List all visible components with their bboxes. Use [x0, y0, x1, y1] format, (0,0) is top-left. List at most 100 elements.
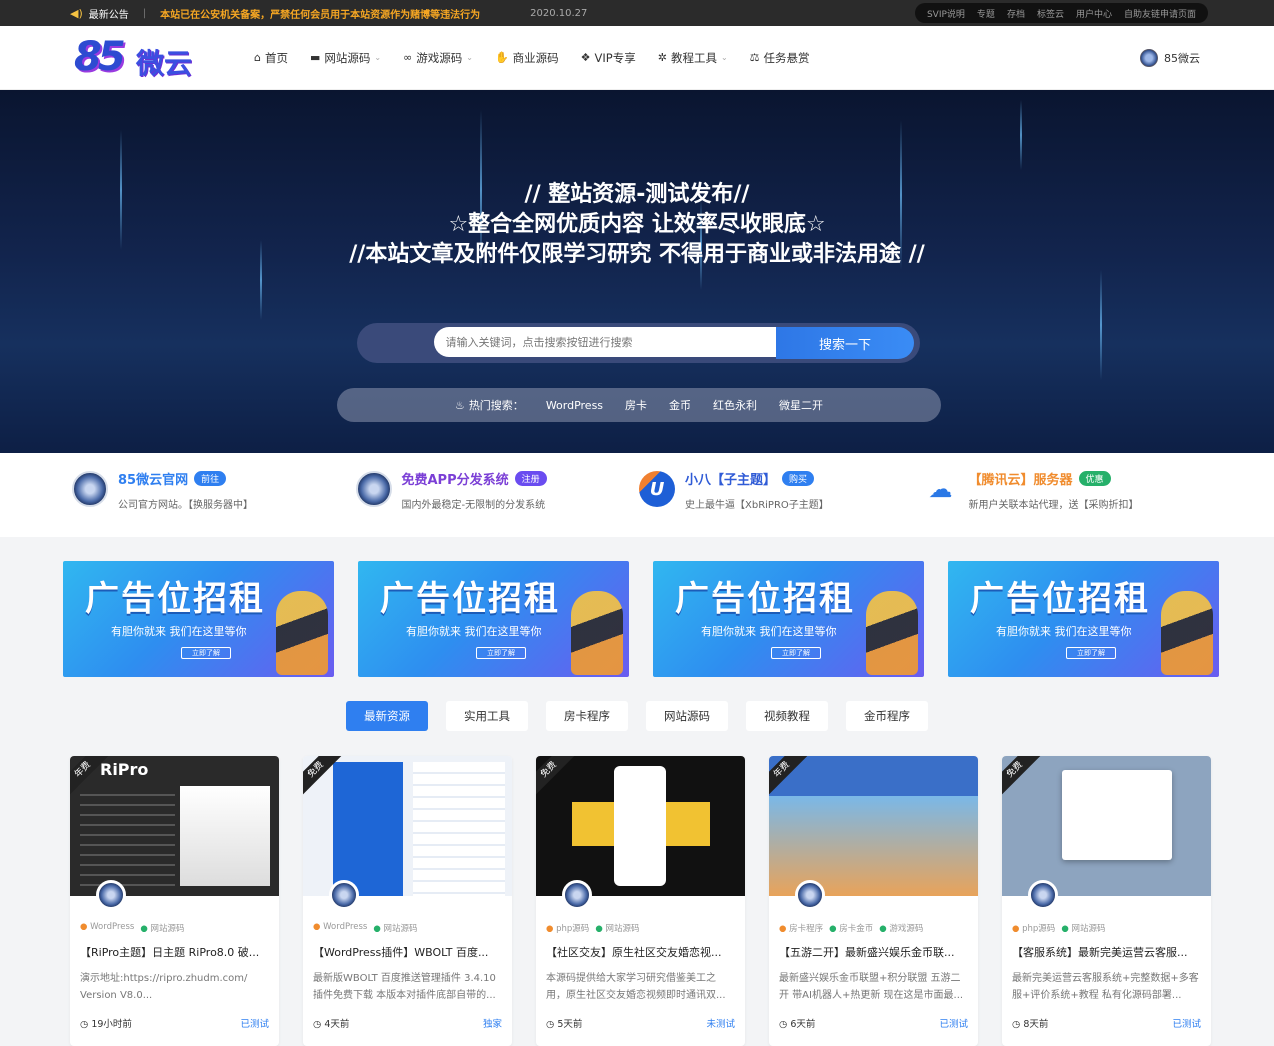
resource-card[interactable]: 年费 ● 房卡程序 ● 房卡金币 ● 游戏源码【五游二开】最新盛兴娱乐金币联... 最新… [769, 756, 978, 1046]
card-thumbnail[interactable]: 年费 [769, 756, 978, 896]
hot-search-link[interactable]: 金币 [669, 397, 691, 413]
card-tag[interactable]: ● 网站源码 [1061, 922, 1105, 934]
card-tag[interactable]: ● 网站源码 [373, 922, 417, 934]
search-button[interactable]: 搜索一下 [776, 327, 914, 359]
feature-item[interactable]: 免费APP分发系统 注册 国内外最稳定-无限制的分发系统 [354, 469, 638, 537]
card-tag[interactable]: ● 房卡金币 [829, 922, 873, 934]
card-tag[interactable]: ● 房卡程序 [779, 922, 823, 934]
resource-tabs: 最新资源 实用工具 房卡程序 网站源码 视频教程 金币程序 [0, 701, 1274, 731]
card-description: 最新盛兴娱乐金币联盟+积分联盟 五游二开 带AI机器人+热更新 现在这是市面最.… [779, 973, 964, 1001]
tab-4[interactable]: 视频教程 [746, 701, 828, 731]
top-link-user-center[interactable]: 用户中心 [1076, 7, 1112, 20]
hot-search-link[interactable]: 红色永利 [713, 397, 757, 413]
announcement: ◀) 最新公告 [70, 6, 129, 21]
card-title[interactable]: 【五游二开】最新盛兴娱乐金币联... [779, 944, 968, 960]
ad-banner[interactable]: 广告位招租 有胆你就来 我们在这里等你 立即了解 [948, 561, 1219, 677]
resource-card[interactable]: 免费 ● php源码 ● 网站源码 【客服系统】最新完美运营云客服... 最新完美运营云… [1002, 756, 1211, 1046]
tab-1[interactable]: 实用工具 [446, 701, 528, 731]
chevron-down-icon: ⌄ [374, 53, 382, 62]
card-title[interactable]: 【WordPress插件】WBOLT 百度... [313, 944, 502, 960]
card-tag[interactable]: ● WordPress [313, 922, 367, 934]
nav-label: 首页 [264, 50, 288, 65]
user-menu[interactable]: 85微云 [1140, 48, 1200, 67]
ad-banner[interactable]: 广告位招租 有胆你就来 我们在这里等你 立即了解 [653, 561, 924, 677]
card-body: ● php源码 ● 网站源码 【社区交友】原生社区交友婚恋视... 本源码提供给大家学… [536, 896, 745, 1030]
author-avatar[interactable] [1028, 880, 1058, 910]
card-time: ◷ 5天前 [546, 1016, 582, 1030]
top-link-friend-link[interactable]: 自助友链申请页面 [1124, 7, 1196, 20]
card-thumbnail[interactable]: 免费 [536, 756, 745, 896]
hot-search-link[interactable]: 微星二开 [779, 397, 823, 413]
nav-item-3[interactable]: ✋ 商业源码 [495, 50, 559, 66]
top-link-tags[interactable]: 标签云 [1037, 7, 1064, 20]
author-avatar[interactable] [562, 880, 592, 910]
card-title[interactable]: 【客服系统】最新完美运营云客服... [1012, 944, 1201, 960]
card-time: ◷ 8天前 [1012, 1016, 1048, 1030]
top-link-svip[interactable]: SVIP说明 [927, 7, 965, 20]
card-footer: ◷ 6天前 已测试 [779, 1016, 968, 1030]
feature-badge[interactable]: 前往 [194, 471, 227, 486]
card-status: 未测试 [706, 1019, 735, 1030]
resource-card[interactable]: RiPro 年费 ● WordPress ● 网站源码【RiPro主题】日主题 RiP… [70, 756, 279, 1046]
card-thumbnail[interactable]: 免费 [303, 756, 512, 896]
resource-card[interactable]: 免费 ● WordPress ● 网站源码【WordPress插件】WBOLT 百度… [303, 756, 512, 1046]
feature-item[interactable]: ☁ 【腾讯云】服务器 优惠 新用户关联本站代理，送【采购折扣】 [921, 469, 1205, 537]
nav-label: 任务悬赏 [763, 50, 810, 65]
ad-button[interactable]: 立即了解 [1066, 647, 1116, 659]
feature-item[interactable]: 85微云官网 前往 公司官方网站。【换服务器中】 [70, 469, 354, 537]
card-title[interactable]: 【社区交友】原生社区交友婚恋视... [546, 944, 735, 960]
ad-illustration [1161, 591, 1213, 675]
tab-2[interactable]: 房卡程序 [546, 701, 628, 731]
ad-title: 广告位招租 [380, 579, 560, 619]
tab-3[interactable]: 网站源码 [646, 701, 728, 731]
card-body: ● WordPress ● 网站源码【WordPress插件】WBOLT 百度..… [303, 896, 512, 1030]
tab-0[interactable]: 最新资源 [346, 701, 428, 731]
nav-item-4[interactable]: ❖ VIP专享 [581, 50, 636, 66]
feature-badge[interactable]: 购买 [782, 471, 815, 486]
announcement-notice[interactable]: 本站已在公安机关备案，严禁任何会员用于本站资源作为赌博等违法行为 [160, 6, 480, 21]
hot-search-link[interactable]: WordPress [546, 399, 603, 412]
tab-5[interactable]: 金币程序 [846, 701, 928, 731]
author-avatar[interactable] [96, 880, 126, 910]
site-logo[interactable]: 85 微云 [74, 32, 204, 84]
ad-banner[interactable]: 广告位招租 有胆你就来 我们在这里等你 立即了解 [358, 561, 629, 677]
ad-button[interactable]: 立即了解 [771, 647, 821, 659]
ad-button[interactable]: 立即了解 [181, 647, 231, 659]
user-name: 85微云 [1164, 51, 1200, 65]
card-tag-label: 网站源码 [150, 924, 185, 934]
chevron-down-icon: ⌄ [720, 53, 728, 62]
dot-icon: ● [1061, 924, 1072, 934]
nav-item-1[interactable]: ▬ 网站源码 ⌄ [310, 50, 381, 66]
ad-banner[interactable]: 广告位招租 有胆你就来 我们在这里等你 立即了解 [63, 561, 334, 677]
thumbnail-preview [769, 796, 978, 896]
card-title[interactable]: 【RiPro主题】日主题 RiPro8.0 破... [80, 944, 269, 960]
nav-item-6[interactable]: ⚖ 任务悬赏 [750, 50, 810, 66]
card-tag[interactable]: ● WordPress [80, 922, 134, 934]
card-thumbnail[interactable]: 免费 [1002, 756, 1211, 896]
card-thumbnail[interactable]: RiPro 年费 [70, 756, 279, 896]
ad-row: 广告位招租 有胆你就来 我们在这里等你 立即了解 广告位招租 有胆你就来 我们在这里等你… [0, 537, 1274, 772]
nav-item-5[interactable]: ✲ 教程工具 ⌄ [658, 50, 728, 66]
resource-card[interactable]: 免费 ● php源码 ● 网站源码 【社区交友】原生社区交友婚恋视... 本源码提供给大… [536, 756, 745, 1046]
author-avatar[interactable] [329, 880, 359, 910]
top-link-archive[interactable]: 存档 [1007, 7, 1025, 20]
card-tag[interactable]: ● php源码 [1012, 922, 1055, 934]
author-avatar[interactable] [795, 880, 825, 910]
card-description: 最新版WBOLT 百度推送管理插件 3.4.10 插件免费下载 本版本对插件底部… [313, 973, 496, 1001]
card-tag[interactable]: ● 网站源码 [595, 922, 639, 934]
u-logo-icon: U [639, 471, 675, 507]
card-tag[interactable]: ● 网站源码 [140, 922, 184, 934]
top-link-topics[interactable]: 专题 [977, 7, 995, 20]
hot-search-link[interactable]: 房卡 [625, 397, 647, 413]
feature-badge[interactable]: 注册 [514, 471, 547, 486]
ad-button[interactable]: 立即了解 [476, 647, 526, 659]
card-tag[interactable]: ● 游戏源码 [879, 922, 923, 934]
feature-item[interactable]: U 小八【子主题】 购买 史上最牛逼【XbRiPRO子主题】 [637, 469, 921, 537]
nav-item-2[interactable]: ∞ 游戏源码 ⌄ [403, 50, 473, 66]
card-tag[interactable]: ● php源码 [546, 922, 589, 934]
card-status: 独家 [482, 1019, 502, 1030]
ad-illustration [866, 591, 918, 675]
feature-badge[interactable]: 优惠 [1078, 471, 1111, 486]
nav-item-0[interactable]: ⌂ 首页 [254, 50, 288, 66]
folder-icon: ▬ [309, 51, 321, 64]
